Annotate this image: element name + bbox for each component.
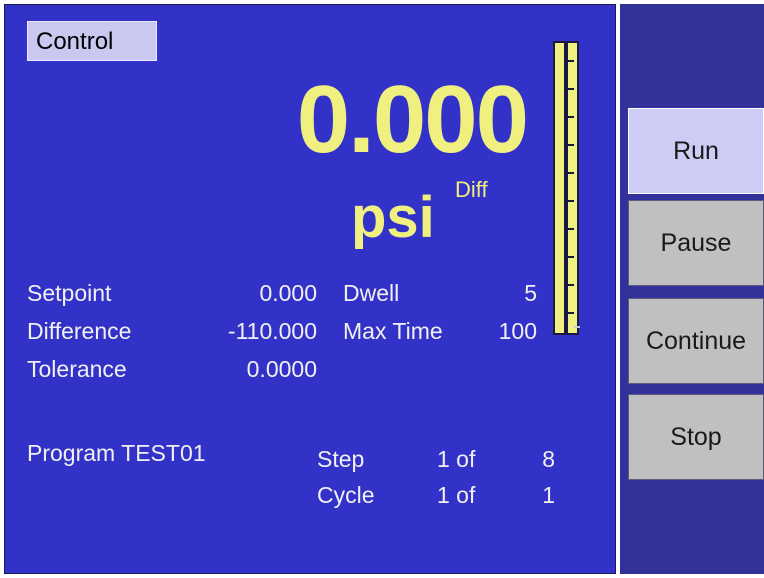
continue-button[interactable]: Continue (628, 298, 764, 384)
dwell-label: Dwell (343, 280, 400, 306)
tolerance-value: 0.0000 (246, 356, 317, 382)
cycle-current: 1 of (437, 482, 476, 508)
stop-button[interactable]: Stop (628, 394, 764, 480)
difference-label: Difference (27, 318, 132, 344)
tolerance-label: Tolerance (27, 356, 127, 382)
gauge-tick (566, 116, 574, 118)
pressure-mode-qualifier: Diff (455, 177, 488, 202)
gauge-tick (566, 228, 574, 230)
run-button[interactable]: Run (628, 108, 764, 194)
controller-screen: Control 0.000 psi Diff Setpoint 0.000 Dw… (0, 0, 764, 578)
pause-button[interactable]: Pause (628, 200, 764, 286)
pressure-bar-gauge (553, 41, 579, 335)
pressure-unit: psi (351, 185, 435, 250)
mode-tab-control[interactable]: Control (27, 21, 157, 61)
setpoint-value: 0.000 (259, 280, 317, 306)
gauge-tick (566, 144, 574, 146)
gauge-tick (566, 88, 574, 90)
gauge-tick (566, 284, 574, 286)
dwell-value: 5 (524, 280, 537, 306)
gauge-tick (566, 312, 574, 314)
step-current: 1 of (437, 446, 476, 472)
bar-gauge-track (564, 43, 568, 333)
control-panel: Control 0.000 psi Diff Setpoint 0.000 Dw… (4, 4, 616, 574)
setpoint-label: Setpoint (27, 280, 112, 306)
max-time-label: Max Time (343, 318, 443, 344)
cycle-label: Cycle (317, 482, 375, 508)
step-total: 8 (542, 446, 555, 472)
gauge-tick (566, 256, 574, 258)
gauge-tick (566, 60, 574, 62)
pressure-reading: 0.000 (296, 66, 529, 173)
max-time-value: 100 (498, 318, 537, 344)
gauge-tick (566, 172, 574, 174)
step-label: Step (317, 446, 365, 472)
difference-value: -110.000 (227, 318, 317, 344)
action-sidebar (620, 4, 764, 574)
gauge-base-marker (574, 326, 580, 328)
gauge-tick (566, 200, 574, 202)
cycle-total: 1 (542, 482, 555, 508)
program-label: Program TEST01 (27, 440, 206, 466)
